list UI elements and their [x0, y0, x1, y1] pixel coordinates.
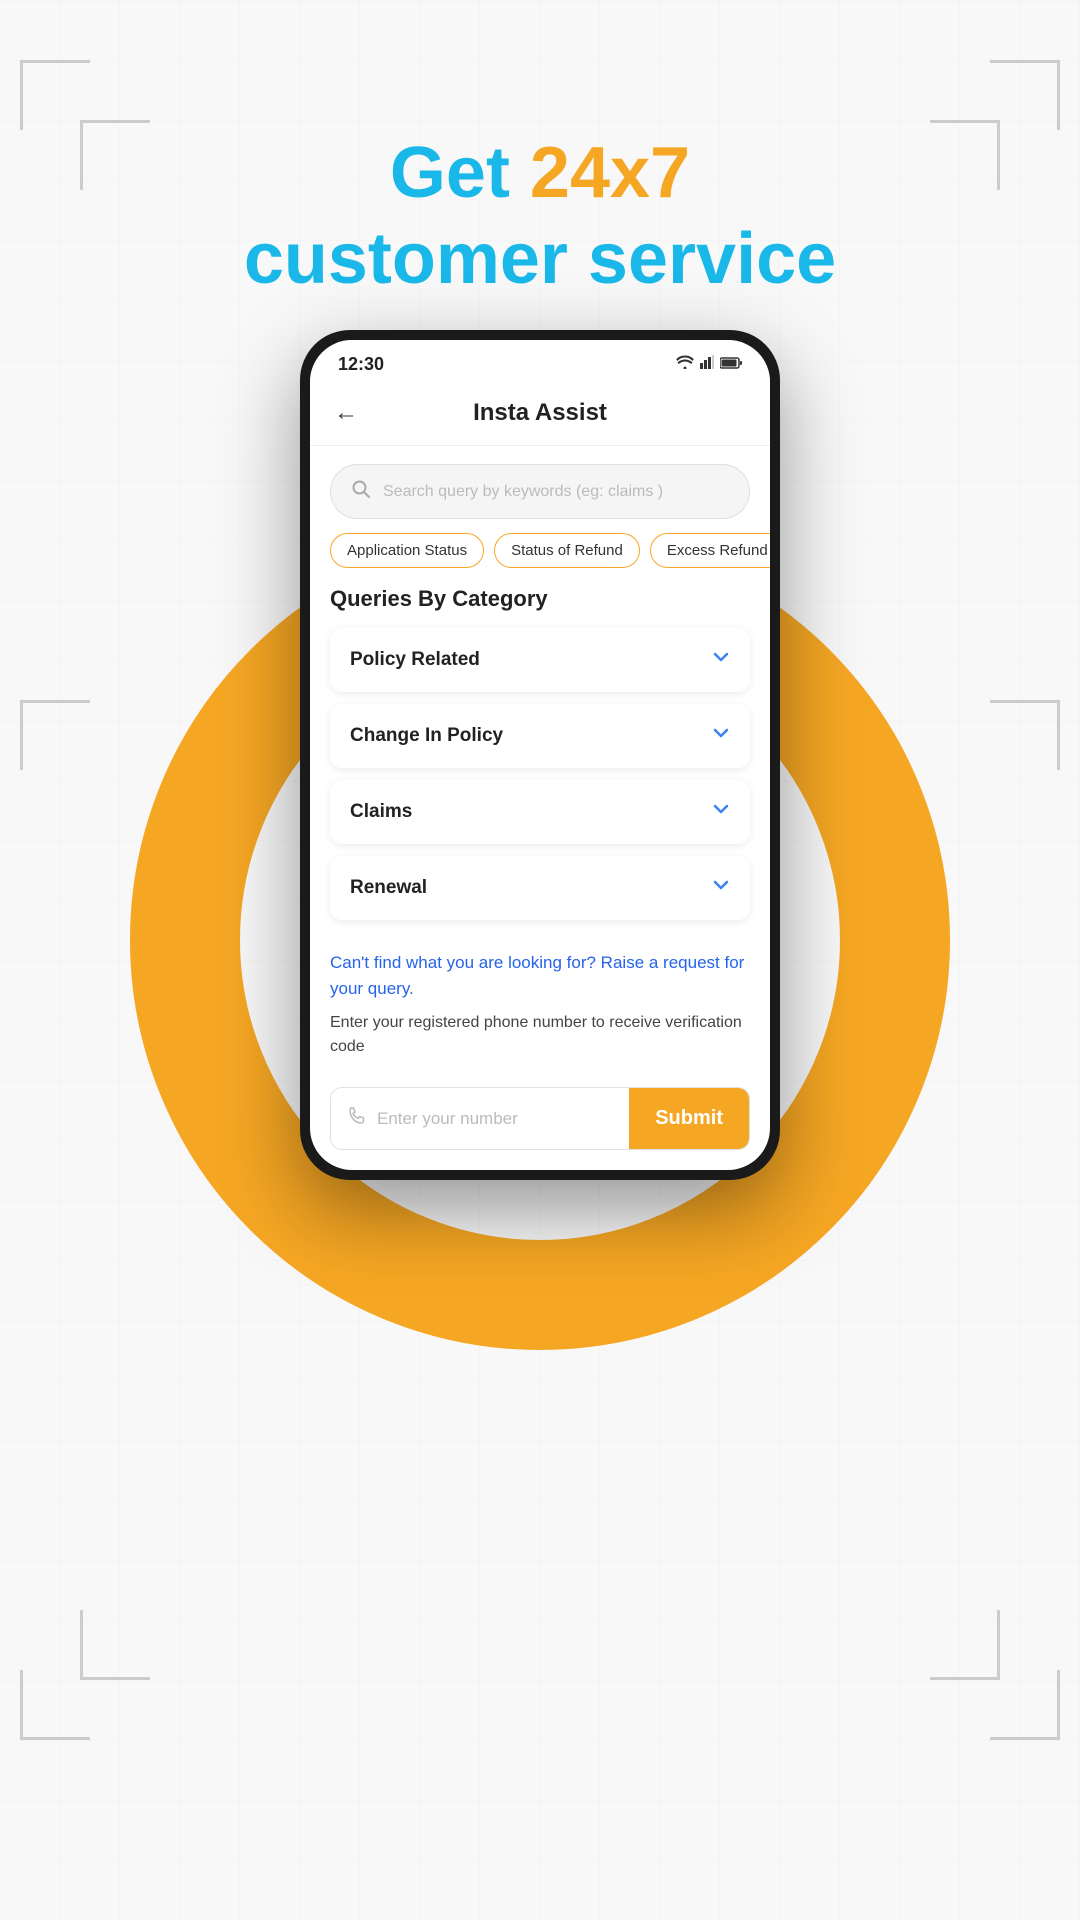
status-bar: 12:30	[310, 340, 770, 383]
back-button[interactable]: ←	[334, 399, 358, 427]
deco-bracket-ml	[20, 700, 90, 770]
tag-chip-application-status[interactable]: Application Status	[330, 533, 484, 568]
status-icons	[676, 355, 742, 374]
signal-icon	[700, 355, 714, 374]
phone-frame: 12:30 ← Insta Assist	[300, 330, 780, 1180]
deco-bracket-bl1	[20, 1670, 90, 1740]
accordion-change-in-policy[interactable]: Change In Policy	[330, 704, 750, 768]
hero-highlight-text: 24x7	[530, 133, 690, 213]
search-icon	[351, 479, 371, 504]
phone-mockup: 12:30 ← Insta Assist	[300, 330, 780, 1180]
deco-bracket-br2	[930, 1610, 1000, 1680]
hero-get-text: Get	[390, 133, 530, 213]
chevron-down-icon-claims	[712, 800, 730, 824]
submit-button[interactable]: Submit	[629, 1088, 749, 1149]
wifi-icon	[676, 355, 694, 374]
tag-chip-excess-refund[interactable]: Excess Refund	[650, 533, 770, 568]
battery-icon	[720, 356, 742, 374]
queries-section: Queries By Category Policy Related Chang…	[310, 586, 770, 920]
accordion-policy-related[interactable]: Policy Related	[330, 628, 750, 692]
phone-input-icon	[347, 1106, 367, 1131]
cant-find-link[interactable]: Can't find what you are looking for? Rai…	[330, 950, 750, 1001]
accordion-policy-related-label: Policy Related	[350, 649, 480, 671]
phone-input-row[interactable]: Enter your number Submit	[330, 1087, 750, 1150]
deco-bracket-bl2	[80, 1610, 150, 1680]
accordion-renewal-label: Renewal	[350, 877, 427, 899]
status-time: 12:30	[338, 354, 384, 375]
tag-chip-status-of-refund[interactable]: Status of Refund	[494, 533, 640, 568]
phone-input-placeholder: Enter your number	[377, 1109, 518, 1129]
phone-screen: 12:30 ← Insta Assist	[310, 340, 770, 1170]
search-placeholder: Search query by keywords (eg: claims )	[383, 483, 663, 501]
accordion-renewal[interactable]: Renewal	[330, 856, 750, 920]
cant-find-section: Can't find what you are looking for? Rai…	[310, 932, 770, 1073]
chevron-down-icon-change	[712, 724, 730, 748]
tags-row: Application Status Status of Refund Exce…	[310, 533, 770, 586]
cant-find-description: Enter your registered phone number to re…	[330, 1011, 750, 1059]
app-header: ← Insta Assist	[310, 383, 770, 446]
phone-input-field[interactable]: Enter your number	[331, 1088, 629, 1149]
search-bar[interactable]: Search query by keywords (eg: claims )	[330, 464, 750, 519]
deco-bracket-br1	[990, 1670, 1060, 1740]
hero-header: Get 24x7 customer service	[0, 130, 1080, 303]
deco-bracket-tr1	[990, 60, 1060, 130]
chevron-down-icon-policy	[712, 648, 730, 672]
accordion-claims[interactable]: Claims	[330, 780, 750, 844]
queries-section-title: Queries By Category	[330, 586, 750, 612]
deco-bracket-mr	[990, 700, 1060, 770]
hero-subtitle-text: customer service	[0, 216, 1080, 302]
app-title: Insta Assist	[378, 399, 702, 427]
chevron-down-icon-renewal	[712, 876, 730, 900]
accordion-claims-label: Claims	[350, 801, 412, 823]
accordion-change-in-policy-label: Change In Policy	[350, 725, 503, 747]
